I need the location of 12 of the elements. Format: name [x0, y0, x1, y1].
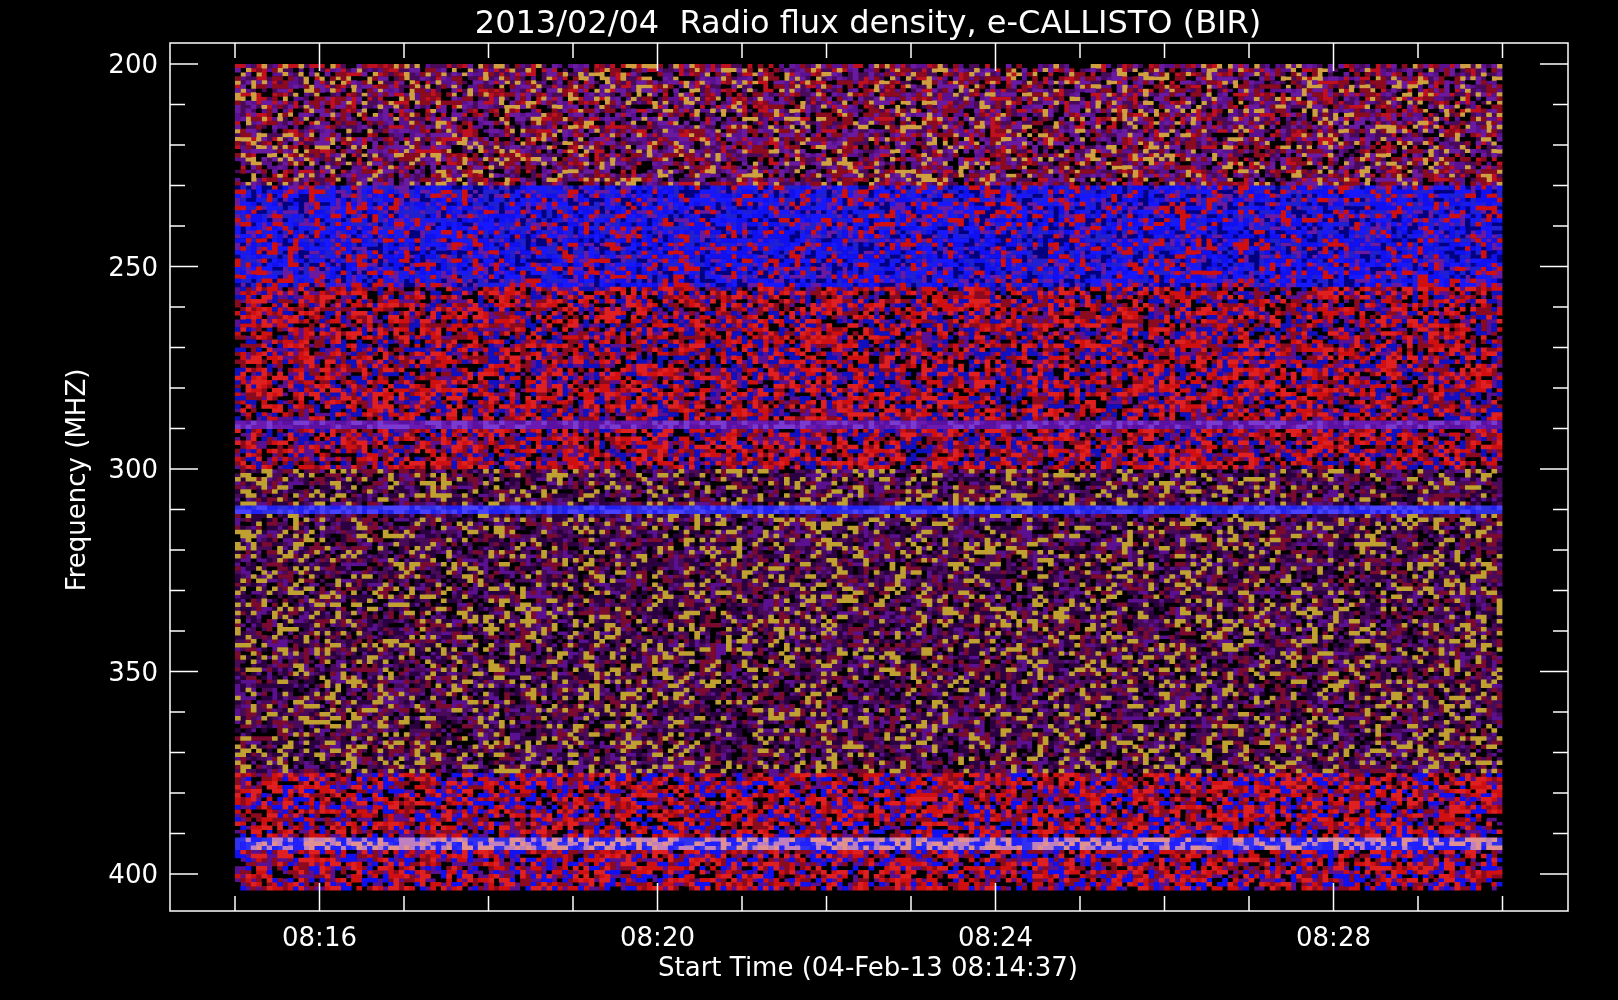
tick-label: 08:28: [1296, 922, 1371, 952]
tick-label: 08:16: [282, 922, 357, 952]
tick-label: 200: [108, 49, 158, 79]
tick-label: 350: [108, 656, 158, 687]
tick-label: 08:20: [620, 922, 695, 952]
tick-label: 300: [108, 454, 158, 484]
tick-label: 08:24: [958, 922, 1033, 952]
axis-label: Frequency (MHZ): [61, 368, 91, 592]
tick-label: 400: [108, 859, 158, 889]
tick-label: 250: [108, 251, 158, 282]
axis-label: Start Time (04-Feb-13 08:14:37): [658, 952, 1078, 982]
plot-title: 2013/02/04 Radio flux density, e-CALLISTO (BIR): [474, 3, 1262, 41]
